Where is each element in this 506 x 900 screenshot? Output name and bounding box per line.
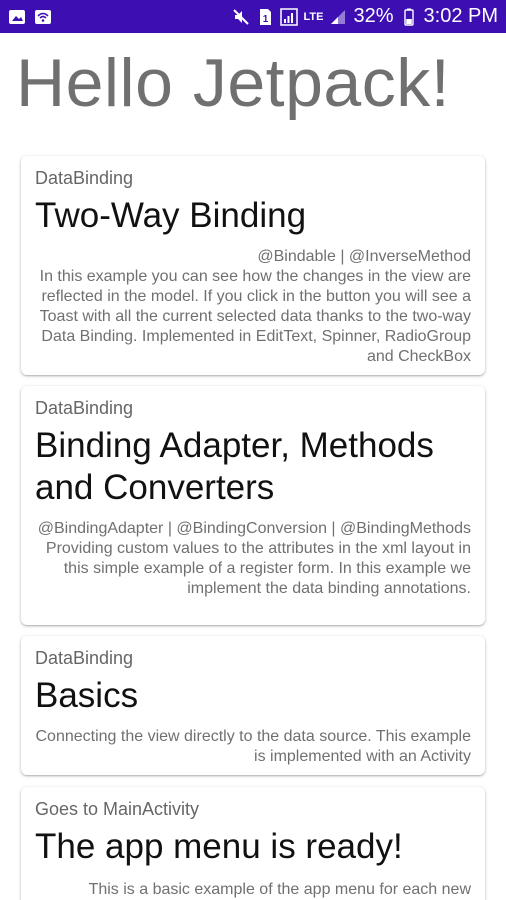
example-card-binding-adapter[interactable]: DataBinding Binding Adapter, Methods and… bbox=[21, 386, 485, 625]
clock: 3:02 PM bbox=[423, 5, 498, 27]
sim-1-icon: 1 bbox=[256, 8, 274, 26]
card-subtitle: DataBinding bbox=[35, 168, 134, 188]
battery-icon bbox=[400, 8, 418, 26]
card-tags: @BindingAdapter | @BindingConversion | @… bbox=[37, 520, 471, 537]
card-description: Connecting the view directly to the data… bbox=[35, 728, 472, 765]
example-card-two-way-binding[interactable]: DataBinding Two-Way Binding @Bindable | … bbox=[21, 156, 485, 375]
card-title: The app menu is ready! bbox=[35, 827, 403, 866]
battery-level: 32% bbox=[353, 5, 394, 27]
card-subtitle: Goes to MainActivity bbox=[35, 799, 200, 819]
lte-icon: LTE bbox=[303, 10, 324, 23]
mute-icon bbox=[232, 8, 250, 26]
status-left bbox=[8, 8, 52, 26]
card-tags: @Bindable | @InverseMethod bbox=[257, 248, 471, 265]
wifi-hotspot-icon bbox=[34, 8, 52, 26]
card-title: Binding Adapter, Methods and Converters bbox=[35, 426, 434, 507]
card-title: Two-Way Binding bbox=[35, 196, 307, 235]
card-description: Providing custom values to the attribute… bbox=[45, 540, 471, 597]
svg-text:1: 1 bbox=[262, 14, 268, 25]
card-subtitle: DataBinding bbox=[35, 648, 134, 668]
status-bar: 1 LTE 32% 3:02 PM bbox=[0, 0, 506, 33]
card-title: Basics bbox=[35, 676, 139, 715]
signal-icon bbox=[279, 7, 298, 26]
example-card-basics[interactable]: DataBinding Basics Connecting the view d… bbox=[21, 636, 485, 775]
image-icon bbox=[8, 8, 26, 26]
signal-weak-icon bbox=[329, 8, 347, 26]
status-right: 1 LTE 32% 3:02 PM bbox=[232, 5, 498, 28]
card-description: In this example you can see how the chan… bbox=[39, 268, 471, 365]
card-description: This is a basic example of the app menu … bbox=[88, 881, 471, 898]
page-title: Hello Jetpack! bbox=[16, 45, 451, 121]
example-card-app-menu[interactable]: Goes to MainActivity The app menu is rea… bbox=[21, 787, 485, 900]
card-subtitle: DataBinding bbox=[35, 398, 134, 418]
